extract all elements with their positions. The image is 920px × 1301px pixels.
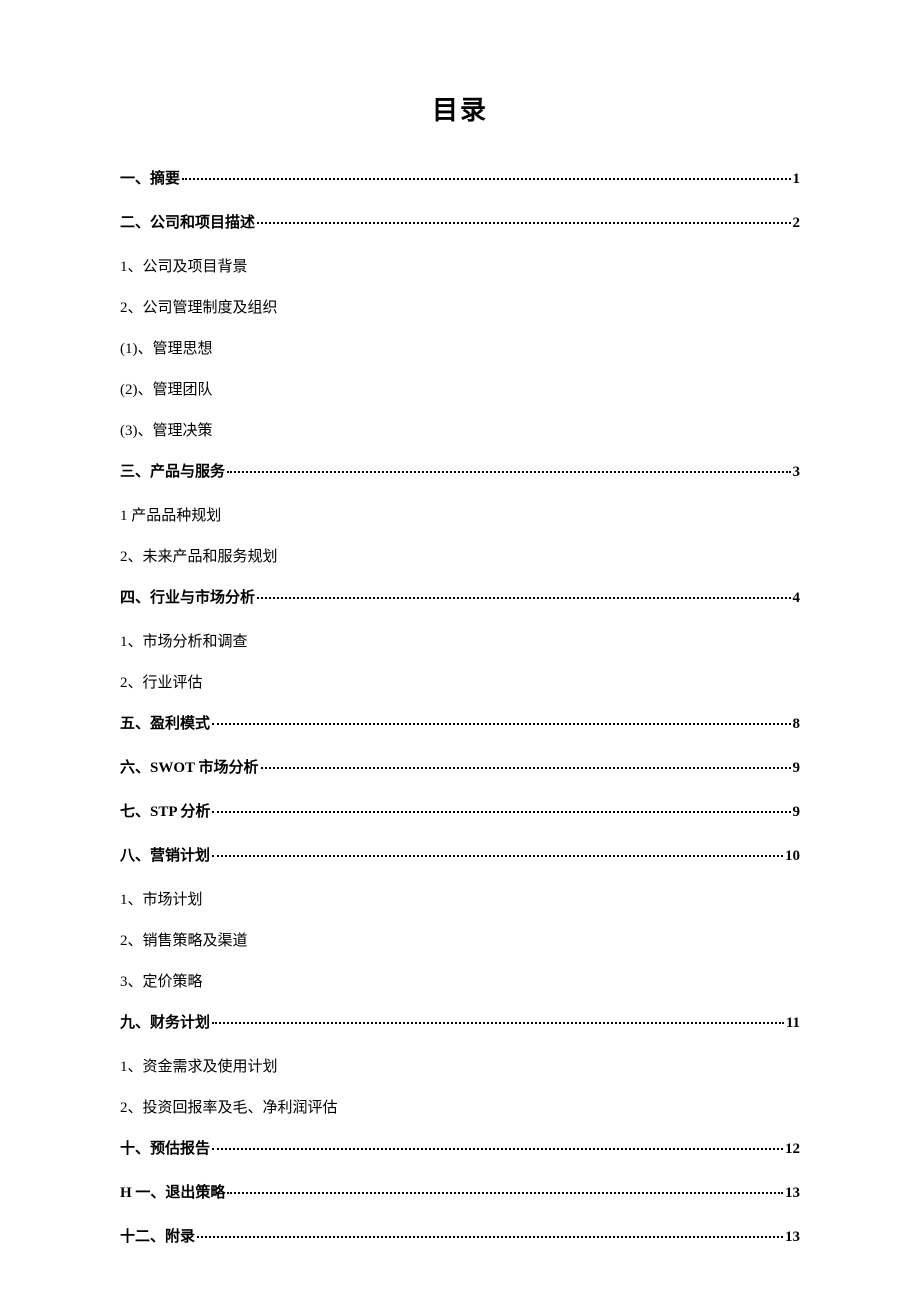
toc-main-entry: 六、SWOT 市场分析 9: [120, 756, 800, 777]
toc-entry-page: 9: [793, 804, 801, 821]
toc-dots: [212, 1148, 783, 1150]
toc-entry-page: 4: [793, 590, 801, 607]
toc-dots: [257, 222, 790, 224]
toc-entry-label: 四、行业与市场分析: [120, 586, 255, 607]
toc-dots: [227, 471, 790, 473]
toc-dots: [182, 178, 790, 180]
toc-sub-entry: 1、公司及项目背景: [120, 255, 800, 276]
toc-sub-entry: 2、公司管理制度及组织: [120, 296, 800, 317]
toc-entry-page: 8: [793, 716, 801, 733]
toc-entry-page: 1: [793, 171, 801, 188]
toc-main-entry: H 一、退出策略 13: [120, 1181, 800, 1202]
toc-entry-page: 10: [785, 848, 800, 865]
toc-sub-entry: 2、投资回报率及毛、净利润评估: [120, 1096, 800, 1117]
toc-dots: [212, 811, 790, 813]
toc-main-entry: 九、财务计划 11: [120, 1011, 800, 1032]
toc-main-entry: 七、STP 分析 9: [120, 800, 800, 821]
toc-main-entry: 十二、附录 13: [120, 1225, 800, 1246]
toc-title: 目录: [120, 90, 800, 127]
toc-entry-label: 十、预估报告: [120, 1137, 210, 1158]
toc-dots: [227, 1192, 783, 1194]
toc-sub-entry: (3)、管理决策: [120, 419, 800, 440]
toc-entry-page: 13: [785, 1229, 800, 1246]
toc-entry-page: 3: [793, 464, 801, 481]
toc-dots: [212, 1022, 784, 1024]
toc-sub-entry: 1、市场计划: [120, 888, 800, 909]
toc-sub-entry: 2、行业评估: [120, 671, 800, 692]
toc-entry-page: 9: [793, 760, 801, 777]
toc-sub-entry: 1、资金需求及使用计划: [120, 1055, 800, 1076]
toc-dots: [261, 767, 791, 769]
toc-entry-label: 五、盈利模式: [120, 712, 210, 733]
toc-entry-page: 13: [785, 1185, 800, 1202]
toc-entry-label: 七、STP 分析: [120, 800, 210, 821]
toc-entry-page: 11: [786, 1015, 800, 1032]
toc-sub-entry: 3、定价策略: [120, 970, 800, 991]
toc-sub-entry: 2、销售策略及渠道: [120, 929, 800, 950]
toc-sub-entry: (2)、管理团队: [120, 378, 800, 399]
toc-entry-label: 九、财务计划: [120, 1011, 210, 1032]
toc-dots: [257, 597, 790, 599]
toc-main-entry: 一、摘要 1: [120, 167, 800, 188]
toc-sub-entry: 1 产品品种规划: [120, 504, 800, 525]
toc-entry-page: 12: [785, 1141, 800, 1158]
toc-main-entry: 三、产品与服务 3: [120, 460, 800, 481]
toc-sub-entry: (1)、管理思想: [120, 337, 800, 358]
toc-container: 一、摘要 1 二、公司和项目描述 2 1、公司及项目背景 2、公司管理制度及组织 (1)、管…: [120, 167, 800, 1246]
toc-main-entry: 五、盈利模式 8: [120, 712, 800, 733]
toc-sub-entry: 2、未来产品和服务规划: [120, 545, 800, 566]
toc-entry-label: 一、摘要: [120, 167, 180, 188]
toc-entry-page: 2: [793, 215, 801, 232]
toc-entry-label: H 一、退出策略: [120, 1181, 225, 1202]
toc-dots: [212, 855, 783, 857]
toc-dots: [212, 723, 790, 725]
toc-entry-label: 十二、附录: [120, 1225, 195, 1246]
toc-dots: [197, 1236, 783, 1238]
toc-entry-label: 八、营销计划: [120, 844, 210, 865]
toc-entry-label: 二、公司和项目描述: [120, 211, 255, 232]
toc-main-entry: 十、预估报告 12: [120, 1137, 800, 1158]
toc-entry-label: 三、产品与服务: [120, 460, 225, 481]
toc-main-entry: 二、公司和项目描述 2: [120, 211, 800, 232]
toc-entry-label: 六、SWOT 市场分析: [120, 756, 259, 777]
toc-main-entry: 四、行业与市场分析 4: [120, 586, 800, 607]
toc-main-entry: 八、营销计划 10: [120, 844, 800, 865]
toc-sub-entry: 1、市场分析和调查: [120, 630, 800, 651]
